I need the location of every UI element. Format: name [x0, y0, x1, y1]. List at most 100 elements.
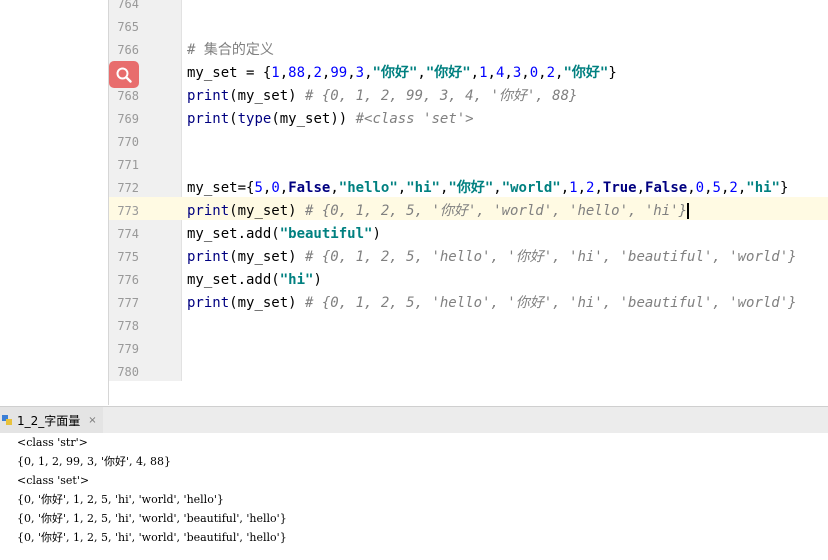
code-line[interactable]: # 集合的定义	[187, 39, 274, 62]
code-token: }	[779, 180, 789, 196]
code-token: 1	[479, 65, 488, 81]
console-line: <class 'str'>	[17, 436, 88, 449]
project-tree-pane[interactable]	[0, 0, 109, 405]
code-token: # {0, 1, 2, 5, 'hello', '你好', 'hi', 'bea…	[305, 295, 797, 311]
run-tab-label: 1_2_字面量	[17, 413, 81, 428]
code-token: ,	[364, 65, 373, 81]
code-token: ,	[279, 180, 289, 196]
code-token: ,	[487, 65, 496, 81]
python-file-icon	[2, 415, 12, 425]
line-number: 779	[117, 342, 139, 356]
code-token: print	[187, 203, 230, 219]
code-token: False	[288, 180, 331, 196]
code-token: ,	[397, 180, 407, 196]
code-line[interactable]: print(my_set) # {0, 1, 2, 5, '你好', 'worl…	[187, 200, 690, 223]
code-token: "hello"	[338, 180, 398, 196]
console-line: <class 'set'>	[17, 474, 90, 487]
code-token: (my_set)	[229, 295, 306, 311]
code-token: (my_set)	[229, 249, 306, 265]
code-line[interactable]: print(my_set) # {0, 1, 2, 5, 'hello', '你…	[187, 246, 797, 269]
code-token: 0	[695, 180, 705, 196]
line-number: 778	[117, 319, 139, 333]
line-number: 775	[117, 250, 139, 264]
code-token: "hi"	[279, 272, 314, 288]
run-tool-window-header: 1_2_字面量 ×	[0, 406, 828, 434]
line-number: 772	[117, 181, 139, 195]
code-token: )	[372, 226, 381, 242]
code-token: #<class 'set'>	[355, 111, 474, 127]
code-token: (my_set))	[271, 111, 356, 127]
code-token: (my_set)	[229, 203, 306, 219]
code-token: "你好"	[563, 65, 609, 81]
code-token: # {0, 1, 2, 5, 'hello', '你好', 'hi', 'bea…	[305, 249, 797, 265]
line-number: 770	[117, 135, 139, 149]
code-token: my_set.add(	[187, 226, 280, 242]
close-icon[interactable]: ×	[88, 415, 96, 426]
code-token: ,	[577, 180, 587, 196]
code-line[interactable]: my_set={5,0,False,"hello","hi","你好","wor…	[187, 177, 788, 200]
code-token: ,	[504, 65, 513, 81]
code-token: my_set={	[187, 180, 255, 196]
code-line[interactable]: print(type(my_set)) #<class 'set'>	[187, 108, 474, 131]
code-token: 0	[271, 180, 280, 196]
code-token: # {0, 1, 2, 99, 3, 4, '你好', 88}	[305, 88, 578, 104]
code-token: 5	[254, 180, 263, 196]
console-line: {0, 1, 2, 99, 3, '你好', 4, 88}	[17, 455, 171, 468]
code-token: my_set = {	[187, 65, 272, 81]
search-button[interactable]	[109, 61, 139, 88]
code-token: 1	[271, 65, 280, 81]
code-token: "你好"	[372, 65, 418, 81]
search-icon	[116, 67, 132, 83]
code-token: 0	[529, 65, 539, 81]
code-token: 3	[355, 65, 365, 81]
code-token: ,	[330, 180, 339, 196]
code-token: ,	[347, 65, 356, 81]
code-token: ,	[521, 65, 530, 81]
code-token: my_set.add(	[187, 272, 280, 288]
code-token: 2	[729, 180, 738, 196]
console-line: {0, '你好', 1, 2, 5, 'hi', 'world', 'hello…	[17, 493, 224, 506]
code-token: "world"	[501, 180, 561, 196]
editor-bottom-area	[109, 381, 828, 405]
code-token: ,	[560, 180, 570, 196]
line-number: 774	[117, 227, 139, 241]
text-caret	[687, 203, 690, 219]
code-line[interactable]: my_set.add("beautiful")	[187, 223, 381, 246]
code-token: print	[187, 111, 230, 127]
code-token: print	[187, 295, 230, 311]
console-line: {0, '你好', 1, 2, 5, 'hi', 'world', 'beaut…	[17, 531, 287, 544]
code-token: 2	[313, 65, 322, 81]
code-line[interactable]: print(my_set) # {0, 1, 2, 99, 3, 4, '你好'…	[187, 85, 577, 108]
code-token: ,	[417, 65, 426, 81]
line-number: 769	[117, 112, 139, 126]
code-token: False	[645, 180, 688, 196]
code-token: 1	[569, 180, 578, 196]
code-token: "hi"	[406, 180, 440, 196]
code-token: "你好"	[448, 180, 494, 196]
code-token: ,	[279, 65, 289, 81]
code-token: ,	[687, 180, 696, 196]
console-line: {0, '你好', 1, 2, 5, 'hi', 'world', 'beaut…	[17, 512, 287, 525]
code-token: print	[187, 249, 230, 265]
code-token: 99	[330, 65, 348, 81]
code-token: # {0, 1, 2, 5, '你好', 'world', 'hello', '…	[305, 203, 688, 219]
line-number: 773	[117, 204, 139, 218]
code-token: # 集合的定义	[187, 42, 274, 58]
code-token: "beautiful"	[279, 226, 373, 242]
line-number: 777	[117, 296, 139, 310]
code-line[interactable]: my_set.add("hi")	[187, 269, 322, 292]
code-token: ,	[594, 180, 603, 196]
code-token: 2	[546, 65, 556, 81]
code-token: }	[608, 65, 617, 81]
line-number: 764	[117, 0, 139, 11]
line-number: 768	[117, 89, 139, 103]
line-number: 766	[117, 43, 139, 57]
code-token: 88	[288, 65, 306, 81]
line-number: 776	[117, 273, 139, 287]
code-line[interactable]: print(my_set) # {0, 1, 2, 5, 'hello', '你…	[187, 292, 797, 315]
code-token: 5	[712, 180, 721, 196]
code-line[interactable]: my_set = {1,88,2,99,3,"你好","你好",1,4,3,0,…	[187, 62, 617, 85]
run-tab[interactable]: 1_2_字面量 ×	[0, 407, 103, 433]
code-token: True	[602, 180, 637, 196]
code-token: ,	[493, 180, 502, 196]
